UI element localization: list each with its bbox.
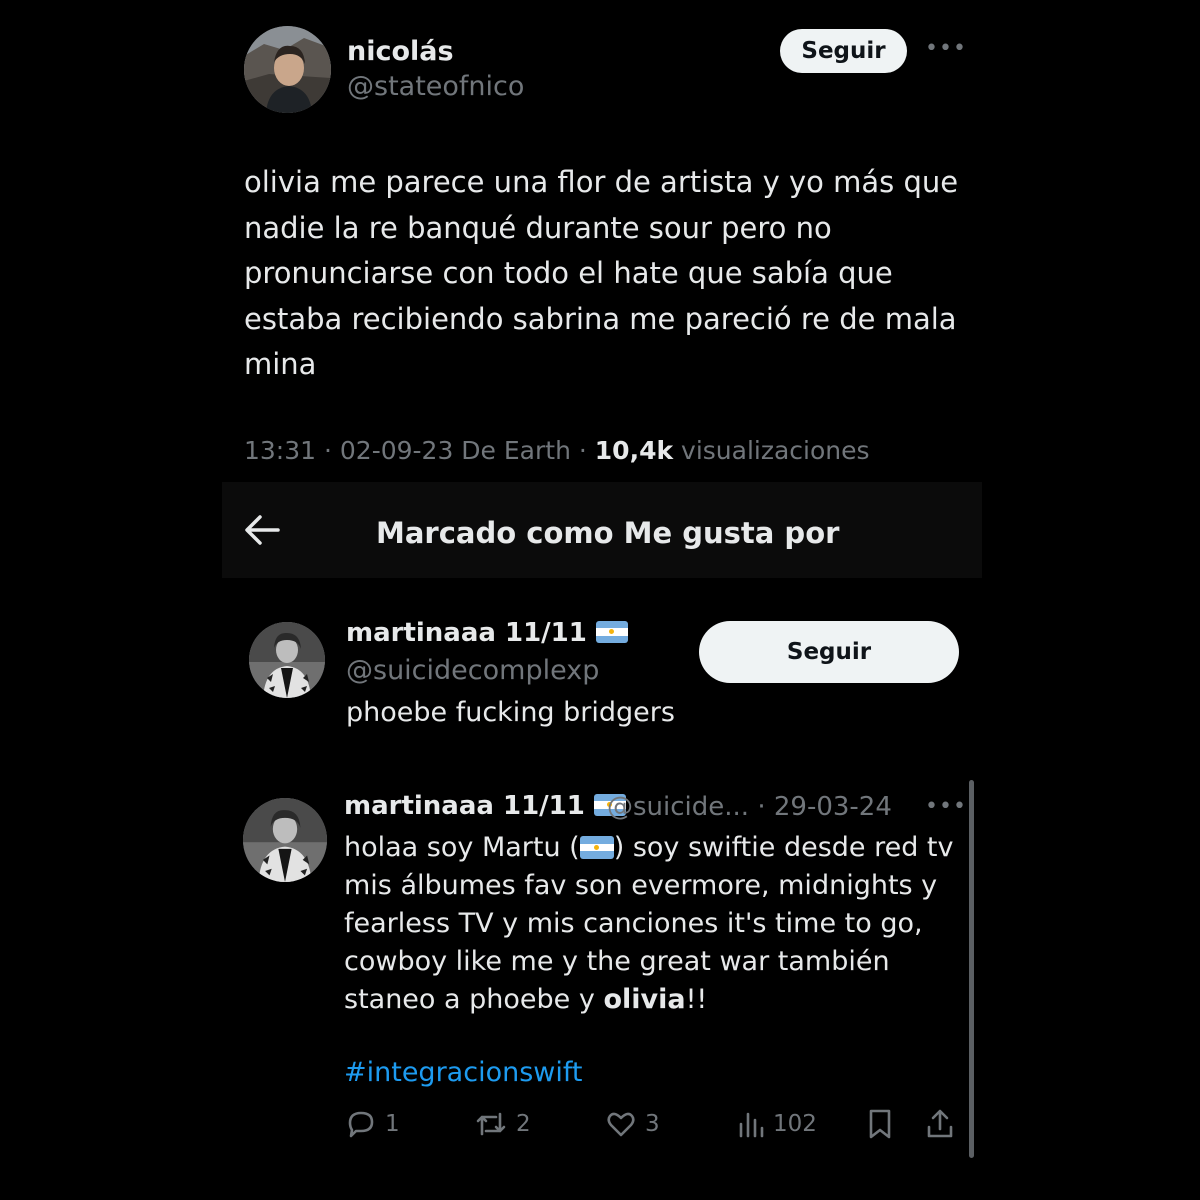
retweet-count: 2 (516, 1111, 531, 1137)
share-button[interactable] (925, 1104, 955, 1144)
retweet-button[interactable]: 2 (474, 1104, 531, 1144)
follow-button[interactable]: Seguir (780, 29, 907, 73)
tweet-avatar-image (243, 798, 327, 882)
user-name-text: martinaaa 11/11 (346, 618, 587, 648)
author-avatar-image (244, 26, 331, 113)
retweet-icon (476, 1112, 506, 1136)
bar-chart-icon (739, 1112, 764, 1138)
reply-button[interactable]: 1 (345, 1104, 400, 1144)
reply-icon (348, 1111, 374, 1138)
views-button[interactable]: 102 (737, 1104, 817, 1144)
author-avatar[interactable] (244, 26, 331, 113)
user-bio: phoebe fucking bridgers (346, 697, 675, 728)
heart-icon (607, 1112, 635, 1137)
tweet-date[interactable]: · 29-03-24 (757, 792, 892, 822)
scrollbar[interactable] (969, 780, 974, 1158)
hashtag-link[interactable]: #integracionswift (344, 1057, 582, 1088)
reply-count: 1 (385, 1111, 400, 1137)
share-icon (927, 1109, 953, 1138)
tweet-author-name-text: martinaaa 11/11 (344, 791, 585, 821)
tweet-text-bold: olivia (603, 984, 686, 1015)
views-count: 102 (773, 1111, 817, 1137)
tweet-meta: 13:31 · 02-09-23 De Earth · 10,4k visual… (244, 436, 870, 465)
tweet-text-part3: !! (685, 984, 708, 1015)
like-button[interactable]: 3 (605, 1104, 660, 1144)
user-handle[interactable]: @suicidecomplexp (346, 655, 599, 686)
tweet-timestamp[interactable]: 13:31 · 02-09-23 De Earth · (244, 436, 595, 465)
tweet-text: olivia me parece una flor de artista y y… (244, 165, 959, 381)
argentina-flag-icon (595, 621, 628, 643)
bookmark-button[interactable] (866, 1104, 894, 1144)
tweet-author-handle: @suicide... · 29-03-24 (607, 792, 892, 822)
pinned-tweet-text: holaa soy Martu () soy swiftie desde red… (344, 829, 964, 1019)
tweet-avatar[interactable] (243, 798, 327, 882)
bookmark-icon (869, 1109, 891, 1139)
more-horizontal-icon[interactable]: ••• (925, 796, 967, 818)
tweet-handle[interactable]: @suicide... (607, 792, 749, 822)
more-horizontal-icon[interactable]: ••• (925, 38, 967, 60)
author-handle[interactable]: @stateofnico (347, 71, 524, 102)
tweet-text-part1: holaa soy Martu ( (344, 832, 580, 863)
user-avatar-image (249, 622, 325, 698)
user-name[interactable]: martinaaa 11/11 (346, 618, 628, 648)
liked-by-header: Marcado como Me gusta por (222, 482, 982, 578)
author-name[interactable]: nicolás (347, 36, 454, 67)
tweet-author-name[interactable]: martinaaa 11/11 (344, 791, 626, 821)
follow-user-button[interactable]: Seguir (699, 621, 959, 683)
page-title: Marcado como Me gusta por (376, 516, 840, 550)
views-count: 10,4k (594, 436, 674, 465)
views-label: visualizaciones (673, 436, 870, 465)
user-avatar[interactable] (249, 622, 325, 698)
arrow-left-icon[interactable] (242, 512, 282, 548)
argentina-flag-icon (579, 836, 614, 859)
like-count: 3 (645, 1111, 660, 1137)
